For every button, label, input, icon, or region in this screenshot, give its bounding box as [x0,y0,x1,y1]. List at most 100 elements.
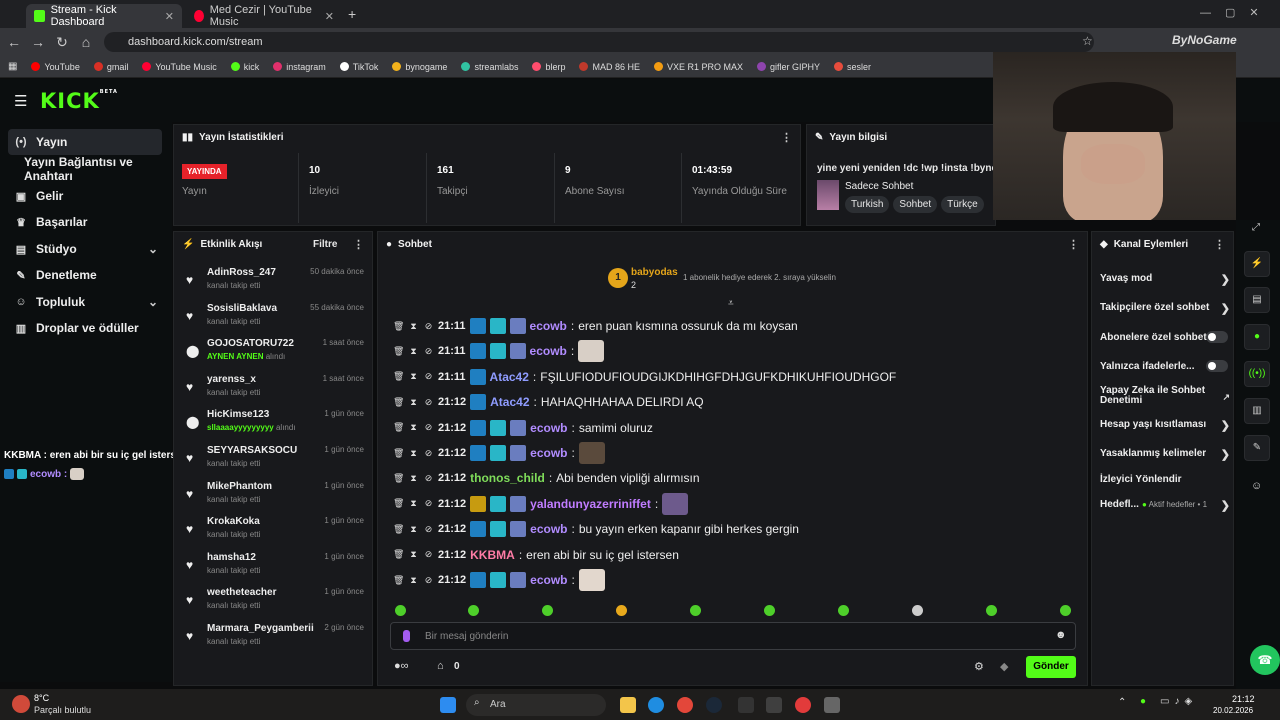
chat-message-input[interactable]: Bir mesaj gönderin ☻ [390,622,1076,650]
delete-message-icon[interactable]: 🗑 [393,321,404,332]
quick-emote-icon[interactable] [912,605,923,616]
more-options-icon[interactable]: ⋮ [781,131,792,144]
delete-message-icon[interactable]: 🗑 [393,448,404,459]
timeout-icon[interactable]: ⧗ [408,422,419,433]
obs-icon[interactable] [795,697,811,713]
activity-item[interactable]: ♥ KrokaKoka kanalı takip etti 1 gün önce [182,516,367,550]
subscribers-only-toggle[interactable] [1206,331,1228,343]
delete-message-icon[interactable]: 🗑 [393,549,404,560]
microphone-tray-icon[interactable]: ● [1140,696,1146,707]
sidebar-item-gelir[interactable]: ▣ Gelir [8,183,162,209]
bookmark-bynogame[interactable]: bynogame [392,62,447,72]
chat-username[interactable]: ecowb [530,344,567,358]
more-options-icon[interactable]: ⋮ [353,238,364,251]
ban-icon[interactable]: ⊘ [423,498,434,509]
quick-emote-icon[interactable] [764,605,775,616]
bookmark-tiktok[interactable]: TikTok [339,62,378,72]
activity-item[interactable]: ♥ AdinRoss_247 kanalı takip etti 50 dakika … [182,267,367,301]
quick-emote-icon[interactable] [468,605,479,616]
chat-username[interactable]: ecowb [530,446,567,460]
bookmark-giphy[interactable]: gifler GIPHY [757,62,820,72]
sidebar-item-yayin[interactable]: (•) Yayın [8,129,162,155]
chat-message[interactable]: 🗑 ⧗ ⊘ 21:12 ecowb: bu yayın erken kapanır gib… [393,517,799,541]
sidebar-item-studyo[interactable]: ▤ Stüdyo ⌄ [8,236,162,262]
reload-icon[interactable]: ↻ [50,34,74,51]
action-ai-moderation[interactable]: Yapay Zeka ile Sohbet Denetimi ↗ [1100,386,1230,408]
chrome-icon[interactable] [677,697,693,713]
tag-chip[interactable]: Türkçe [941,196,984,213]
forward-icon[interactable]: → [26,34,50,50]
action-emotes-only[interactable]: Yalnızca ifadelerle... [1100,360,1230,383]
timeout-icon[interactable]: ⧗ [408,397,419,408]
action-slow-mode[interactable]: Yavaş mod ❯ [1100,273,1230,295]
delete-message-icon[interactable]: 🗑 [393,422,404,433]
edge-icon[interactable] [648,697,664,713]
system-tray-icons[interactable]: ▭♪◈ [1160,696,1197,707]
quick-bolt-button[interactable]: ⚡ [1244,251,1270,277]
activity-item[interactable]: ♥ weetheteacher kanalı takip etti 1 gün önc… [182,587,367,621]
chat-username[interactable]: yalandunyazerriniffet [530,497,651,511]
ban-icon[interactable]: ⊘ [423,422,434,433]
activity-item[interactable]: ♥ MikePhantom kanalı takip etti 1 gün önce [182,481,367,515]
url-input[interactable]: dashboard.kick.com/stream [104,32,1094,52]
bookmark-vxe[interactable]: VXE R1 PRO MAX [653,62,743,72]
activity-item[interactable]: ⬤ HicKimse123 sllaaaayyyyyyyyy alındı 1 gün… [182,409,367,443]
timeout-icon[interactable]: ⧗ [408,549,419,560]
action-subscribers-only[interactable]: Abonelere özel sohbet [1100,331,1230,354]
store-icon[interactable]: ⌂ [437,660,444,672]
chat-message[interactable]: 🗑 ⧗ ⊘ 21:12 ecowb: [393,441,605,465]
mod-shield-icon[interactable]: ◆ [1000,660,1008,673]
delete-message-icon[interactable]: 🗑 [393,346,404,357]
bookmark-kick[interactable]: kick [230,62,259,72]
leaderboard-user[interactable]: babyodas [631,267,678,278]
chat-username[interactable]: ecowb [530,522,567,536]
activity-item[interactable]: ⬤ GOJOSATORU722 AYNEN AYNEN alındı 1 saat ö… [182,338,367,372]
chat-username[interactable]: thonos_child [470,471,545,485]
activity-item[interactable]: ♥ Marmara_Peygamberii kanalı takip etti 2 g… [182,623,367,657]
collapse-pinned-icon[interactable]: ⩡ [728,298,734,309]
tag-chip[interactable]: Sohbet [893,196,938,213]
app-icon-2[interactable] [824,697,840,713]
chat-message[interactable]: 🗑 ⧗ ⊘ 21:11 ecowb: [393,339,605,363]
chat-username[interactable]: ecowb [530,421,567,435]
close-tab-icon[interactable]: ✕ [325,10,334,23]
sidebar-item-topluluk[interactable]: ☺ Topluluk ⌄ [8,289,162,315]
delete-message-icon[interactable]: 🗑 [393,473,404,484]
home-icon[interactable]: ⌂ [74,34,98,50]
action-banned-words[interactable]: Yasaklanmış kelimeler ❯ [1100,448,1230,470]
action-raid[interactable]: İzleyici Yönlendir [1100,474,1230,496]
windows-start-icon[interactable] [440,697,456,713]
quick-broadcast-button[interactable]: ((•)) [1244,361,1270,387]
sidebar-item-basarilar[interactable]: ♛ Başarılar [8,209,162,235]
category-name[interactable]: Sadece Sohbet [845,181,913,192]
expand-icon[interactable]: ⤢ [1252,222,1260,233]
ban-icon[interactable]: ⊘ [423,549,434,560]
filter-button[interactable]: Filtre [313,239,337,250]
app-icon[interactable] [766,697,782,713]
bookmark-sesler[interactable]: sesler [834,62,871,72]
timeout-icon[interactable]: ⧗ [408,321,419,332]
chat-username[interactable]: ecowb [530,319,567,333]
chat-message[interactable]: 🗑 ⧗ ⊘ 21:11 ecowb: eren puan kısmına ossuruk … [393,314,798,338]
chat-message[interactable]: 🗑 ⧗ ⊘ 21:12 Atac42: HAHAQHHAHAA DELIRDI AQ [393,390,704,414]
quick-clipboard-button[interactable]: ▤ [1244,287,1270,313]
quick-emote-icon[interactable] [690,605,701,616]
delete-message-icon[interactable]: 🗑 [393,498,404,509]
emoji-picker-icon[interactable]: ☻ [1055,629,1067,641]
timeout-icon[interactable]: ⧗ [408,498,419,509]
quick-emote-icon[interactable] [838,605,849,616]
ban-icon[interactable]: ⊘ [423,575,434,586]
activity-item[interactable]: ♥ hamsha12 kanalı takip etti 1 gün önce [182,552,367,586]
timeout-icon[interactable]: ⧗ [408,524,419,535]
quick-emote-icon[interactable] [1060,605,1071,616]
quick-store-button[interactable]: ▥ [1244,398,1270,424]
microphone-icon[interactable] [403,630,410,642]
bookmark-youtube[interactable]: YouTube [31,62,80,72]
ban-icon[interactable]: ⊘ [423,346,434,357]
epic-games-icon[interactable] [738,697,754,713]
quick-chat-button[interactable]: ● [1244,324,1270,350]
activity-item[interactable]: ♥ SEYYARSAKSOCU kanalı takip etti 1 gün önc… [182,445,367,479]
hamburger-menu-icon[interactable]: ☰ [14,92,27,110]
timeout-icon[interactable]: ⧗ [408,371,419,382]
taskbar-search[interactable]: ⌕ Ara [466,694,606,716]
